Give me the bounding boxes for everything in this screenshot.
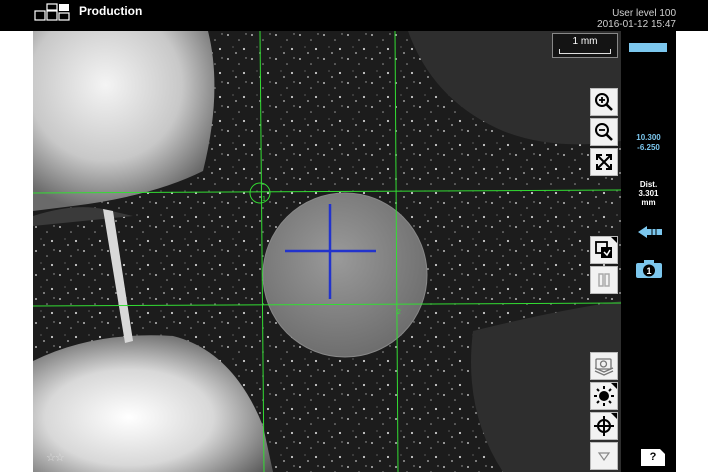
- right-margin: [676, 31, 708, 472]
- copy-layer-icon: [595, 241, 612, 258]
- user-level-label: User level 100: [612, 8, 676, 19]
- scale-bar: [559, 49, 611, 54]
- snapshot-layers-button[interactable]: [590, 352, 618, 380]
- help-label: ?: [649, 451, 657, 463]
- submenu-indicator: [660, 449, 665, 454]
- submenu-indicator: [611, 383, 617, 389]
- camera-count: 1: [646, 266, 651, 276]
- camera-layers-icon: [594, 358, 614, 376]
- side-panel: 10.300 -6.250 Dist. 3.301 mm 1 ?: [621, 31, 676, 472]
- status-indicator-bar: [629, 43, 667, 52]
- scale-bar-box: 1 mm: [552, 33, 618, 58]
- app-menu-icon[interactable]: [34, 3, 72, 21]
- left-margin: [0, 31, 33, 472]
- triangle-down-icon: [597, 452, 611, 462]
- pause-icon: [598, 273, 610, 287]
- coord-x: 10.300: [636, 133, 661, 142]
- crosshair-marker-2: 2: [397, 309, 401, 316]
- coordinates-readout: 10.300 -6.250: [621, 133, 676, 153]
- brightness-button[interactable]: [590, 382, 618, 410]
- dist-label: Dist.: [639, 180, 658, 189]
- submenu-indicator: [611, 237, 617, 243]
- coord-y: -6.250: [637, 143, 660, 152]
- status-glyph: ☆☆: [46, 452, 65, 464]
- camera-icon[interactable]: 1: [635, 259, 663, 279]
- pause-button[interactable]: [590, 266, 618, 294]
- top-bar: Production User level 100 2016-01-12 15:…: [0, 0, 708, 31]
- distance-readout: Dist. 3.301 mm: [621, 180, 676, 207]
- submenu-indicator: [611, 413, 617, 419]
- scale-label: 1 mm: [572, 36, 598, 47]
- zoom-out-icon: [595, 123, 613, 141]
- arrow-left-icon[interactable]: [636, 224, 664, 240]
- crosshair-button[interactable]: [590, 412, 618, 440]
- dist-unit: mm: [641, 198, 656, 207]
- fit-view-button[interactable]: [590, 148, 618, 176]
- microscope-image: 1 2: [33, 31, 621, 472]
- app-title: Production: [79, 4, 143, 18]
- zoom-in-icon: [595, 93, 613, 111]
- crosshair-marker-1: 1: [262, 196, 266, 203]
- datetime-label: 2016-01-12 15:47: [597, 19, 676, 30]
- more-tools-button[interactable]: [590, 442, 618, 470]
- camera-viewport[interactable]: 1 2: [33, 31, 621, 472]
- zoom-in-button[interactable]: [590, 88, 618, 116]
- dist-value: 3.301: [638, 189, 659, 198]
- help-button[interactable]: ?: [641, 449, 665, 466]
- zoom-out-button[interactable]: [590, 118, 618, 146]
- copy-layer-button[interactable]: [590, 236, 618, 264]
- expand-arrows-icon: [596, 154, 612, 170]
